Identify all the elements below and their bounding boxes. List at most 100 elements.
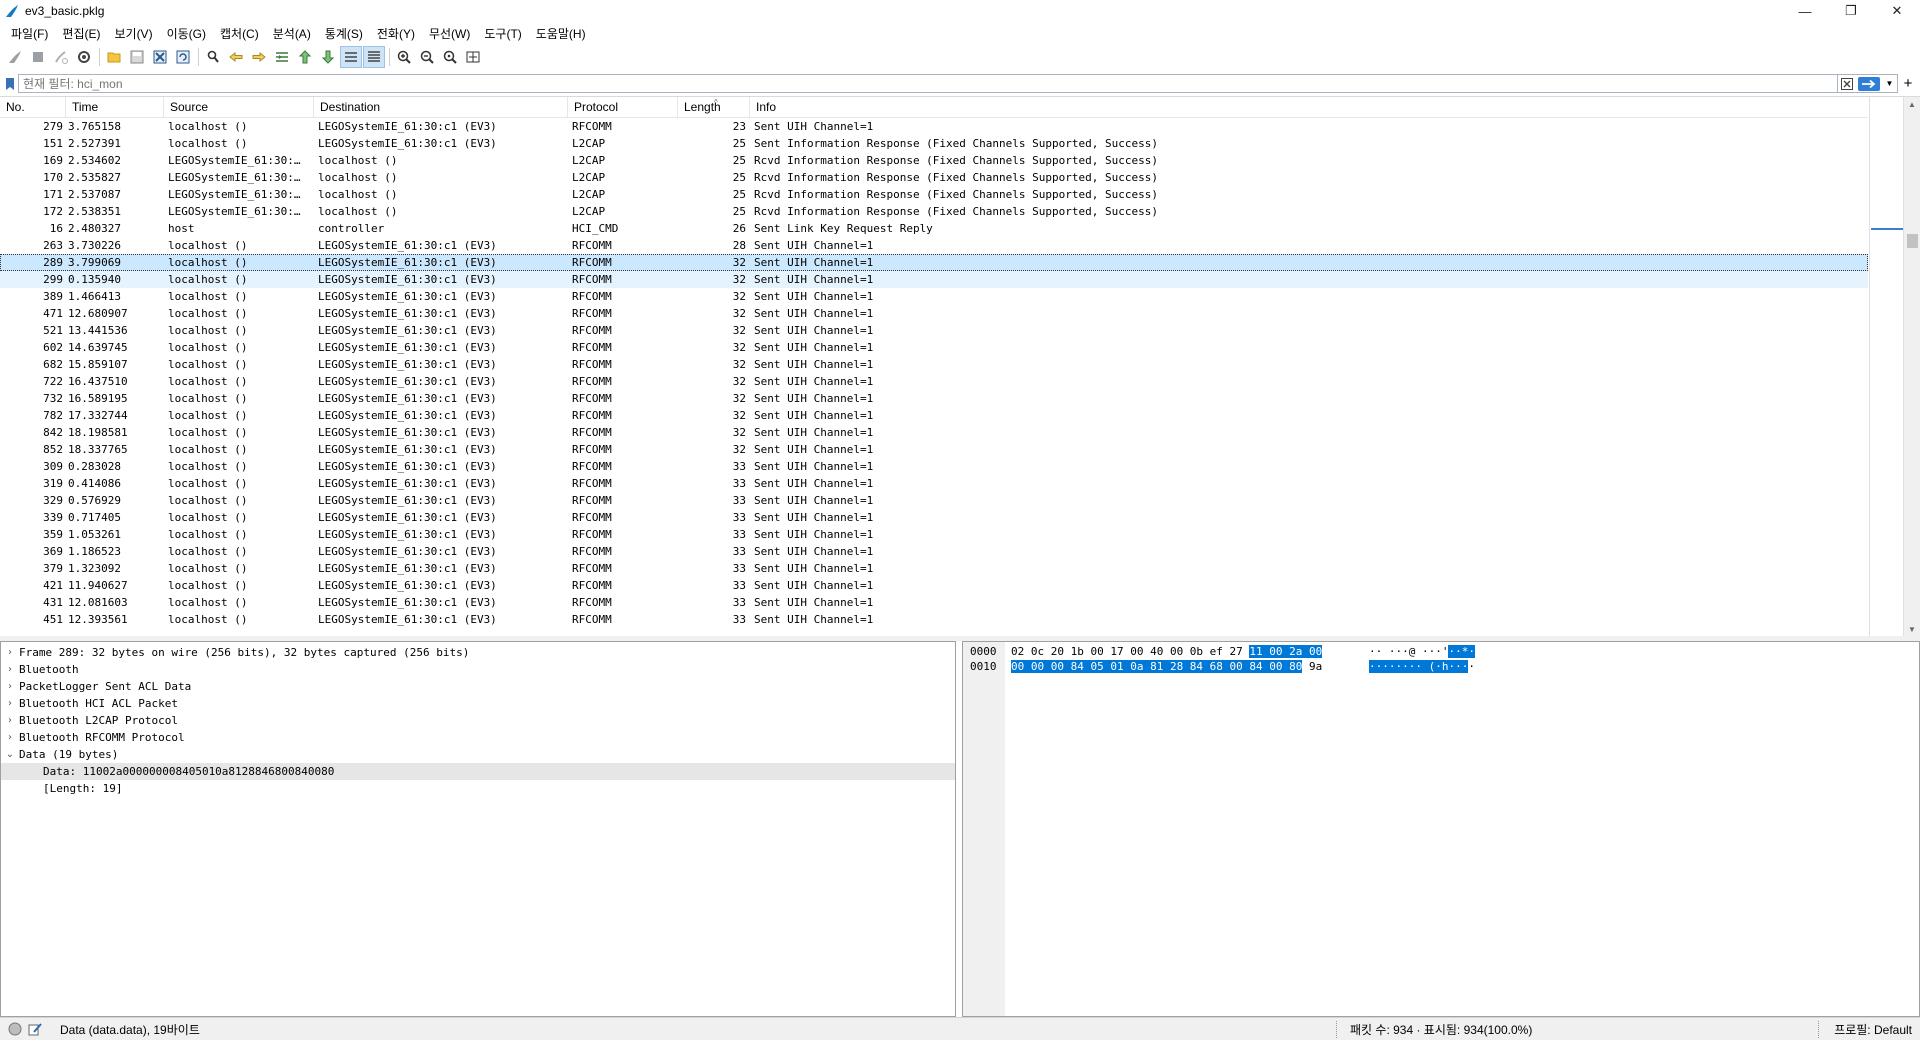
chevron-down-icon[interactable]: ⌄: [1, 749, 19, 760]
menu-go[interactable]: 이동(G): [160, 25, 213, 42]
table-row[interactable]: 852 18.337765 localhost () LEGOSystemIE_61:…: [0, 441, 1868, 458]
apply-filter-button[interactable]: [1856, 74, 1882, 93]
table-row[interactable]: 732 16.589195 localhost () LEGOSystemIE_61:…: [0, 390, 1868, 407]
capture-comment-button[interactable]: [26, 1020, 44, 1038]
restore-button[interactable]: ❐: [1828, 0, 1874, 22]
packet-list-scrollbar[interactable]: ▲ ▼: [1903, 97, 1920, 636]
close-file-button[interactable]: [149, 46, 171, 68]
go-forward-button[interactable]: [248, 46, 270, 68]
table-row[interactable]: 782 17.332744 localhost () LEGOSystemIE_61:…: [0, 407, 1868, 424]
capture-options-button[interactable]: [73, 46, 95, 68]
table-row[interactable]: 299 0.135940 localhost () LEGOSystemIE_61:3…: [0, 271, 1868, 288]
stop-capture-button[interactable]: [27, 46, 49, 68]
status-divider[interactable]: [1818, 1021, 1822, 1038]
menu-tools[interactable]: 도구(T): [477, 25, 528, 42]
table-row[interactable]: 379 1.323092 localhost () LEGOSystemIE_61:3…: [0, 560, 1868, 577]
clear-filter-button[interactable]: [1838, 74, 1856, 93]
tree-item[interactable]: ⌄ Data (19 bytes): [1, 746, 955, 763]
scrollbar-thumb[interactable]: [1907, 234, 1918, 248]
table-row[interactable]: 263 3.730226 localhost () LEGOSystemIE_61:3…: [0, 237, 1868, 254]
colorize-button[interactable]: [363, 46, 385, 68]
close-button[interactable]: ✕: [1874, 0, 1920, 22]
tree-item[interactable]: › Bluetooth L2CAP Protocol: [1, 712, 955, 729]
chevron-right-icon[interactable]: ›: [1, 732, 19, 743]
tree-item[interactable]: › Frame 289: 32 bytes on wire (256 bits),…: [1, 644, 955, 661]
autoscroll-button[interactable]: [340, 46, 362, 68]
table-row[interactable]: 602 14.639745 localhost () LEGOSystemIE_61:…: [0, 339, 1868, 356]
display-filter-input[interactable]: [18, 74, 1838, 93]
packet-minimap[interactable]: [1869, 97, 1903, 636]
open-file-button[interactable]: [103, 46, 125, 68]
menu-wireless[interactable]: 무선(W): [422, 25, 477, 42]
column-source[interactable]: Source: [164, 97, 314, 118]
column-no[interactable]: No.: [0, 97, 66, 118]
minimize-button[interactable]: —: [1782, 0, 1828, 22]
menu-telephony[interactable]: 전화(Y): [370, 25, 422, 42]
scroll-up-icon[interactable]: ▲: [1908, 100, 1916, 109]
zoom-out-button[interactable]: [416, 46, 438, 68]
table-row[interactable]: 421 11.940627 localhost () LEGOSystemIE_61:…: [0, 577, 1868, 594]
tree-item[interactable]: › Bluetooth: [1, 661, 955, 678]
menu-edit[interactable]: 편집(E): [55, 25, 107, 42]
start-capture-button[interactable]: [4, 46, 26, 68]
column-info[interactable]: Info: [750, 97, 1868, 118]
table-row[interactable]: 521 13.441536 localhost () LEGOSystemIE_61:…: [0, 322, 1868, 339]
menu-statistics[interactable]: 통계(S): [318, 25, 370, 42]
table-row[interactable]: 16 2.480327 host controller HCI_CMD 26 Sent Li…: [0, 220, 1868, 237]
table-row[interactable]: 471 12.680907 localhost () LEGOSystemIE_61:…: [0, 305, 1868, 322]
menu-help[interactable]: 도움말(H): [529, 25, 593, 42]
table-row[interactable]: 339 0.717405 localhost () LEGOSystemIE_61:3…: [0, 509, 1868, 526]
table-row[interactable]: 172 2.538351 LEGOSystemIE_61:30:… localhost…: [0, 203, 1868, 220]
tree-item[interactable]: › PacketLogger Sent ACL Data: [1, 678, 955, 695]
table-row[interactable]: 170 2.535827 LEGOSystemIE_61:30:… localhost…: [0, 169, 1868, 186]
resize-columns-button[interactable]: [462, 46, 484, 68]
column-length[interactable]: Length ^: [678, 97, 750, 118]
menu-file[interactable]: 파일(F): [4, 25, 55, 42]
table-row[interactable]: 842 18.198581 localhost () LEGOSystemIE_61:…: [0, 424, 1868, 441]
save-file-button[interactable]: [126, 46, 148, 68]
find-packet-button[interactable]: [202, 46, 224, 68]
expert-info-button[interactable]: [6, 1020, 24, 1038]
add-filter-button-icon[interactable]: +: [1898, 74, 1918, 93]
tree-item[interactable]: [Length: 19]: [1, 780, 955, 797]
table-row[interactable]: 151 2.527391 localhost () LEGOSystemIE_61:3…: [0, 135, 1868, 152]
menu-view[interactable]: 보기(V): [107, 25, 159, 42]
profile-selector[interactable]: 프로필: Default: [1834, 1021, 1912, 1038]
table-row[interactable]: 171 2.537087 LEGOSystemIE_61:30:… localhost…: [0, 186, 1868, 203]
tree-item[interactable]: › Bluetooth HCI ACL Packet: [1, 695, 955, 712]
table-row[interactable]: 279 3.765158 localhost () LEGOSystemIE_61:3…: [0, 118, 1868, 135]
table-row[interactable]: 289 3.799069 localhost () LEGOSystemIE_61:3…: [0, 254, 1868, 271]
table-row[interactable]: 722 16.437510 localhost () LEGOSystemIE_61:…: [0, 373, 1868, 390]
status-divider[interactable]: [1336, 1021, 1340, 1038]
chevron-right-icon[interactable]: ›: [1, 681, 19, 692]
chevron-right-icon[interactable]: ›: [1, 698, 19, 709]
table-row[interactable]: 389 1.466413 localhost () LEGOSystemIE_61:3…: [0, 288, 1868, 305]
table-row[interactable]: 319 0.414086 localhost () LEGOSystemIE_61:3…: [0, 475, 1868, 492]
table-row[interactable]: 682 15.859107 localhost () LEGOSystemIE_61:…: [0, 356, 1868, 373]
last-packet-button[interactable]: [317, 46, 339, 68]
menu-analyze[interactable]: 분석(A): [266, 25, 318, 42]
table-row[interactable]: 309 0.283028 localhost () LEGOSystemIE_61:3…: [0, 458, 1868, 475]
tree-item[interactable]: Data: 11002a000000008405010a812884680084…: [1, 763, 955, 780]
normal-size-button[interactable]: [439, 46, 461, 68]
tree-item[interactable]: › Bluetooth RFCOMM Protocol: [1, 729, 955, 746]
restart-capture-button[interactable]: [50, 46, 72, 68]
menu-capture[interactable]: 캡처(C): [213, 25, 266, 42]
chevron-right-icon[interactable]: ›: [1, 647, 19, 658]
reload-file-button[interactable]: [172, 46, 194, 68]
column-destination[interactable]: Destination: [314, 97, 568, 118]
table-row[interactable]: 169 2.534602 LEGOSystemIE_61:30:… localhost…: [0, 152, 1868, 169]
go-to-packet-button[interactable]: [271, 46, 293, 68]
first-packet-button[interactable]: [294, 46, 316, 68]
filter-history-dropdown[interactable]: ▼: [1882, 74, 1898, 93]
chevron-right-icon[interactable]: ›: [1, 715, 19, 726]
table-row[interactable]: 329 0.576929 localhost () LEGOSystemIE_61:3…: [0, 492, 1868, 509]
table-row[interactable]: 359 1.053261 localhost () LEGOSystemIE_61:3…: [0, 526, 1868, 543]
chevron-right-icon[interactable]: ›: [1, 664, 19, 675]
go-back-button[interactable]: [225, 46, 247, 68]
table-row[interactable]: 431 12.081603 localhost () LEGOSystemIE_61:…: [0, 594, 1868, 611]
scroll-down-icon[interactable]: ▼: [1908, 625, 1916, 634]
column-protocol[interactable]: Protocol: [568, 97, 678, 118]
filter-bookmark-button[interactable]: [2, 74, 18, 93]
column-time[interactable]: Time: [66, 97, 164, 118]
